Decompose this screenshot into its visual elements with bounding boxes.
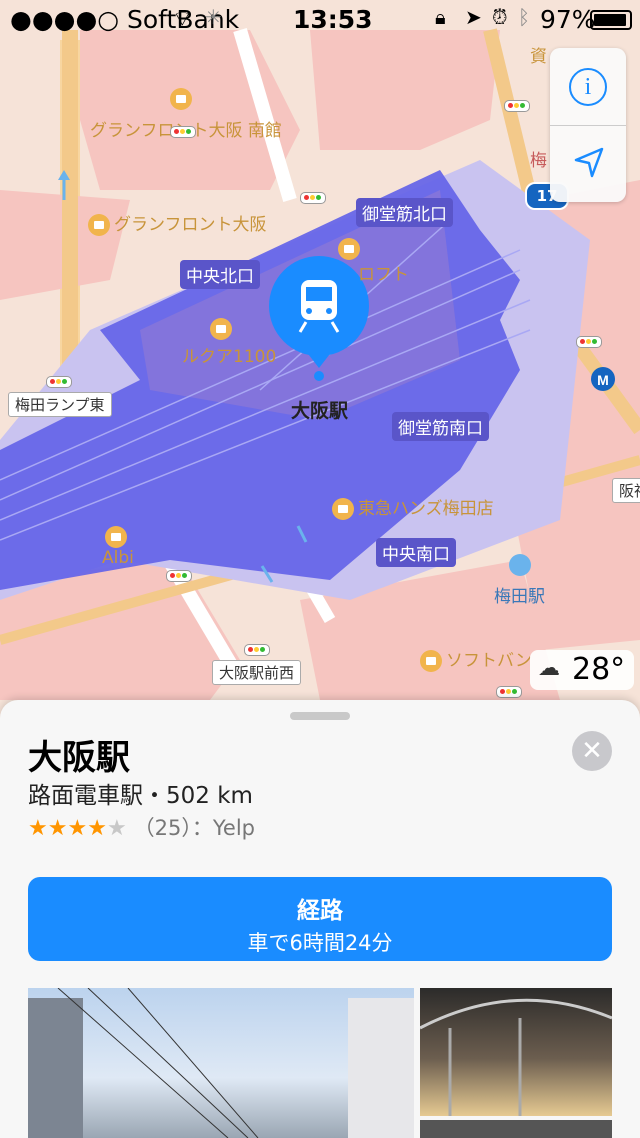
close-button[interactable]: ✕: [572, 731, 612, 771]
poi-pin[interactable]: [170, 88, 196, 110]
traffic-light-icon: [496, 686, 522, 698]
road-label-umeda-ramp: 梅田ランプ東: [8, 392, 112, 417]
star-icon: ★: [106, 816, 127, 841]
station-label[interactable]: 大阪駅: [291, 396, 348, 423]
traffic-light-icon: [46, 376, 72, 388]
traffic-light-icon: [300, 192, 326, 204]
rating-row[interactable]: ★★★★★ （25）：Yelp: [28, 812, 255, 842]
svg-text:M: M: [597, 372, 609, 388]
star-icon: ★: [87, 816, 107, 841]
activity-icon: ✳: [205, 5, 222, 29]
battery-icon: [590, 10, 632, 30]
poi-albi[interactable]: Albi: [102, 526, 134, 568]
photo-thumbnail[interactable]: [420, 1120, 612, 1138]
weather-temperature: 28°: [572, 652, 626, 687]
map-canvas: M: [0, 0, 640, 720]
bluetooth-icon: ᛒ: [518, 5, 530, 29]
exit-central-south[interactable]: 中央南口: [376, 538, 456, 567]
poi-grand-front[interactable]: グランフロント大阪: [88, 210, 267, 236]
rating-stars: ★★★★★: [28, 816, 127, 841]
edge-label: 梅: [530, 151, 547, 171]
edge-label: 資: [530, 47, 547, 67]
shopping-bag-icon: [420, 650, 442, 672]
shopping-bag-icon: [104, 526, 127, 548]
grabber-handle[interactable]: [290, 712, 350, 720]
power-lines: [57, 988, 259, 1138]
star-icon: ★: [67, 816, 88, 841]
photo-platform[interactable]: [420, 988, 612, 1116]
roof-structure: [420, 998, 612, 1116]
photo-street[interactable]: [28, 988, 414, 1138]
place-card[interactable]: 大阪駅 ✕ 路面電車駅・502 km ★★★★★ （25）：Yelp 経路 車で…: [0, 700, 640, 1138]
poi-lucua[interactable]: ルクア1100: [182, 318, 276, 367]
close-icon: ✕: [581, 736, 603, 766]
time: 13:53: [293, 5, 373, 34]
shopping-bag-icon: [210, 318, 232, 340]
exit-midosuji-north[interactable]: 御堂筋北口: [356, 198, 453, 227]
shopping-bag-icon: [88, 214, 110, 236]
info-button[interactable]: i: [550, 48, 626, 125]
weather-badge: ☁ 28°: [530, 650, 634, 690]
map-view[interactable]: M ●●●●○ SoftBank ⌔ ✳ 13:53 🔒︎ ➤ ⏰︎ ᛒ 97%…: [0, 0, 640, 720]
star-icon: ★: [47, 816, 68, 841]
road-label-hanshin: 阪神: [612, 478, 640, 503]
poi-softbank[interactable]: ソフトバン: [420, 646, 532, 672]
poi-tokyu-hands[interactable]: 東急ハンズ梅田店: [332, 494, 494, 520]
exit-central-north[interactable]: 中央北口: [180, 260, 260, 289]
metro-station-label[interactable]: 梅田駅: [494, 582, 545, 607]
star-icon: ★: [28, 816, 48, 841]
battery-percent: 97%: [540, 5, 596, 34]
orientation-lock-icon: 🔒︎: [435, 5, 446, 29]
map-controls: i: [550, 48, 626, 202]
location-icon: ➤: [465, 5, 482, 29]
status-bar: ●●●●○ SoftBank ⌔ ✳ 13:53 🔒︎ ➤ ⏰︎ ᛒ 97%: [0, 0, 640, 38]
poi-loft[interactable]: ロフト: [338, 238, 409, 285]
location-button[interactable]: [550, 126, 626, 202]
road-label-osaka-ekimae: 大阪駅前西: [212, 660, 302, 685]
traffic-light-icon: [166, 570, 192, 582]
review-source: （25）：Yelp: [133, 816, 256, 840]
shopping-bag-icon: [332, 498, 354, 520]
place-subtitle: 路面電車駅・502 km: [28, 783, 253, 809]
traffic-light-icon: [244, 644, 270, 656]
rain-cloud-icon: ☁: [538, 656, 560, 681]
info-icon: i: [569, 68, 607, 106]
directions-duration: 車で6時間24分: [247, 931, 393, 955]
location-arrow-icon: [574, 147, 604, 178]
traffic-light-icon: [504, 100, 530, 112]
shopping-bag-icon: [338, 238, 360, 260]
traffic-light-icon: [576, 336, 602, 348]
place-title: 大阪駅: [28, 738, 130, 778]
directions-label: 経路: [297, 898, 343, 924]
exit-midosuji-south[interactable]: 御堂筋南口: [392, 412, 489, 441]
alarm-icon: ⏰︎: [492, 5, 508, 29]
wifi-icon: ⌔: [172, 7, 193, 32]
directions-button[interactable]: 経路 車で6時間24分: [28, 877, 612, 961]
traffic-light-icon: [170, 126, 196, 138]
